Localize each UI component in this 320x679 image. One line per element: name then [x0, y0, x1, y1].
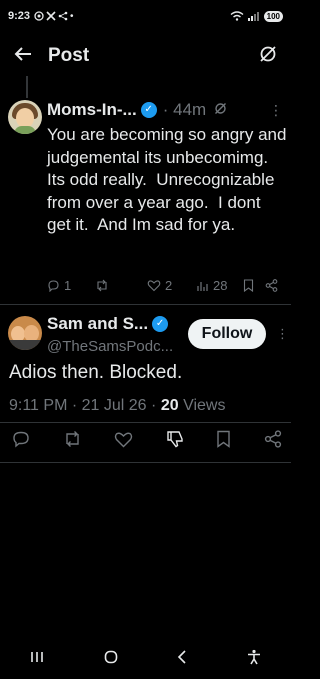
reply-icon [48, 280, 59, 292]
share-icon [265, 279, 278, 292]
repost-icon [97, 279, 107, 292]
divider [0, 422, 291, 423]
signal-icon [247, 12, 259, 21]
tweet-text: You are becoming so angry and judgementa… [47, 125, 292, 234]
bookmark-button[interactable] [216, 430, 231, 453]
repost-icon [65, 431, 79, 447]
threads-icon [34, 11, 44, 21]
divider [0, 462, 291, 463]
heart-icon [147, 280, 161, 292]
notification-dot-icon: • [70, 10, 74, 22]
accessibility-icon[interactable] [247, 649, 261, 670]
post-header: Post [0, 38, 291, 74]
follow-button[interactable]: Follow [188, 319, 266, 349]
tweet-actions: 1 2 28 [47, 278, 285, 293]
status-time: 9:23 [8, 10, 31, 22]
grok-icon[interactable] [259, 45, 277, 68]
bookmark-icon [217, 430, 231, 448]
avatar[interactable] [8, 316, 42, 350]
status-bar: 9:23 • 100 [0, 0, 291, 32]
views-label: Views [183, 397, 226, 414]
views-count[interactable]: 20 [161, 397, 179, 414]
status-right: 100 [230, 10, 283, 22]
verified-badge-icon: ✓ [140, 102, 157, 118]
like-button[interactable] [114, 431, 133, 453]
views-icon [197, 281, 208, 291]
reply-button[interactable]: 1 [47, 278, 95, 293]
grok-small-icon[interactable] [214, 100, 227, 120]
tweet-time: · 44m [162, 100, 207, 119]
recent-apps-icon[interactable] [30, 650, 44, 668]
like-count: 2 [165, 278, 173, 293]
tweet-header: Moms-In-... ✓ · 44m ⋮ [47, 100, 287, 120]
downvote-button[interactable] [166, 430, 184, 453]
share-button[interactable] [264, 430, 282, 453]
reply-icon [13, 431, 29, 448]
divider [0, 304, 291, 305]
reply-count: 1 [64, 278, 72, 293]
wifi-icon [230, 11, 244, 21]
page-title: Post [48, 45, 90, 66]
status-icons: • [34, 11, 74, 22]
thread-connector [26, 76, 28, 98]
verified-badge-icon: ✓ [152, 316, 169, 332]
share-button[interactable] [265, 279, 278, 292]
main-tweet-actions [12, 430, 282, 453]
battery-level: 100 [263, 10, 283, 22]
display-name: Sam and S... ✓ [47, 314, 169, 334]
display-name[interactable]: Moms-In-... [47, 100, 137, 120]
share-status-icon [58, 11, 68, 21]
reply-button[interactable] [12, 430, 30, 453]
tweet-time: 9:11 PM [9, 397, 68, 414]
repost-button[interactable] [95, 279, 147, 292]
tweet-meta: 9:11 PM · 21 Jul 26 · 20 Views [9, 397, 226, 414]
avatar[interactable] [8, 100, 42, 134]
like-button[interactable]: 2 [147, 278, 197, 293]
views-count: 28 [213, 278, 228, 293]
back-arrow-icon[interactable] [14, 45, 42, 68]
bookmark-button[interactable] [243, 279, 265, 292]
tweet-text: Adios then. Blocked. [9, 362, 183, 383]
share-icon [264, 430, 282, 448]
more-options-icon[interactable]: ⋮ [276, 326, 289, 342]
views-button[interactable]: 28 [197, 278, 243, 293]
system-nav-bar [0, 639, 291, 679]
more-options-icon[interactable]: ⋮ [269, 102, 283, 119]
tweet-date: 21 Jul 26 [81, 397, 147, 414]
back-icon[interactable] [177, 649, 187, 669]
bookmark-icon [243, 279, 254, 292]
user-handle[interactable]: @TheSamsPodc... [47, 338, 173, 355]
home-icon[interactable] [104, 650, 118, 669]
thumbs-down-icon [167, 431, 183, 448]
heart-icon [114, 432, 133, 447]
x-logo-icon [46, 11, 56, 21]
repost-button[interactable] [63, 430, 82, 453]
